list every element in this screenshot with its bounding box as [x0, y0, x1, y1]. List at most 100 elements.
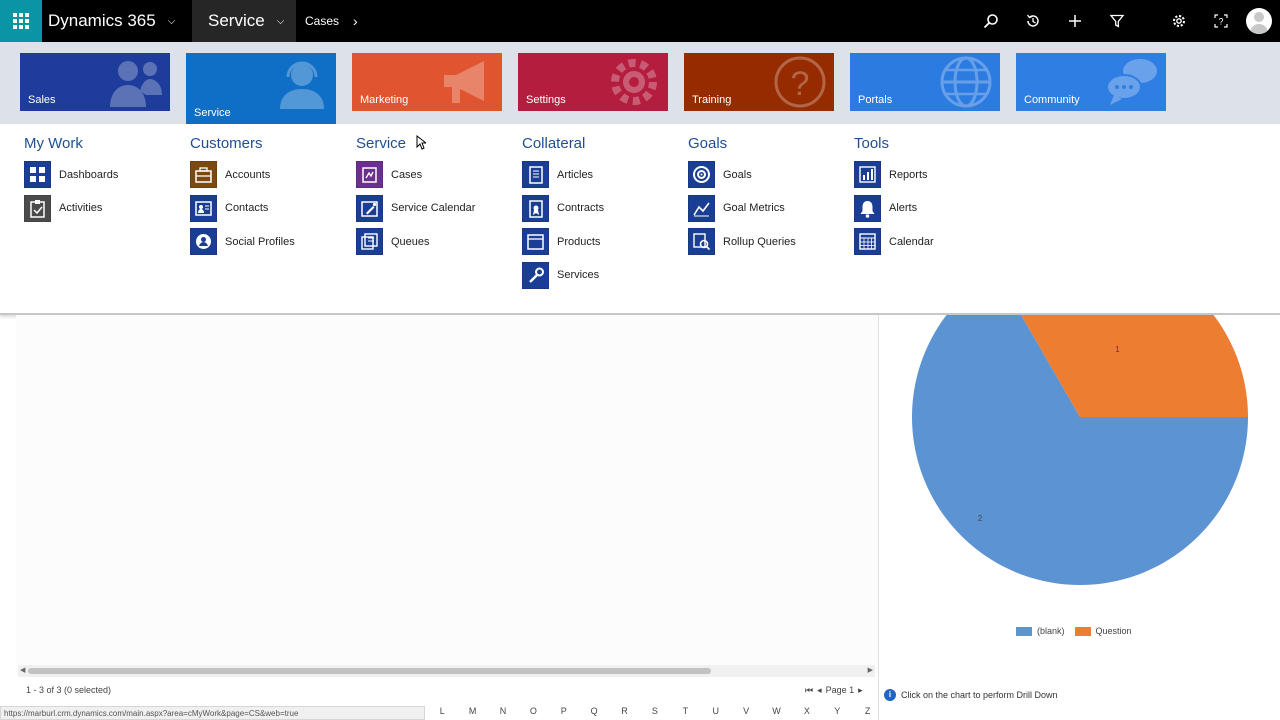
- activities-icon: [24, 194, 51, 222]
- menu-item-label: Rollup Queries: [723, 235, 796, 248]
- legend-item[interactable]: (blank): [1016, 626, 1065, 636]
- menu-item-label: Social Profiles: [225, 235, 295, 248]
- tile-portals[interactable]: Portals: [850, 53, 1000, 111]
- app-launcher-button[interactable]: [0, 0, 42, 42]
- menu-item-cases[interactable]: Cases: [356, 158, 516, 192]
- menu-item-label: Alerts: [889, 202, 918, 215]
- tile-sales[interactable]: Sales: [20, 53, 170, 111]
- help-icon[interactable]: ?: [1200, 0, 1242, 42]
- drill-down-hint: i Click on the chart to perform Drill Do…: [884, 689, 1058, 701]
- menu-column-title: Goals: [688, 135, 728, 152]
- pie-chart[interactable]: 21: [879, 315, 1280, 615]
- tile-label: Service: [194, 107, 231, 119]
- first-page-icon[interactable]: ⏮: [805, 685, 813, 696]
- menu-item-label: Goal Metrics: [723, 202, 785, 215]
- menu-item-articles[interactable]: Articles: [522, 158, 682, 192]
- services-icon: [522, 261, 549, 289]
- user-avatar[interactable]: [1246, 8, 1272, 34]
- menu-item-label: Contacts: [225, 202, 269, 215]
- letter-filter-s[interactable]: S: [640, 706, 670, 716]
- letter-filter-y[interactable]: Y: [822, 706, 852, 716]
- letter-filter-r[interactable]: R: [609, 706, 639, 716]
- articles-icon: [522, 161, 549, 189]
- menu-item-alerts[interactable]: Alerts: [854, 192, 1014, 226]
- letter-filter-v[interactable]: V: [731, 706, 761, 716]
- breadcrumb[interactable]: Cases ›: [305, 0, 358, 42]
- tile-service[interactable]: Service: [186, 53, 336, 124]
- chevron-down-icon: ⌵: [276, 15, 285, 27]
- breadcrumb-cases[interactable]: Cases: [305, 14, 339, 28]
- legend-item[interactable]: Question: [1074, 626, 1132, 636]
- menu-column-title: Tools: [854, 135, 890, 152]
- menu-column-title: My Work: [24, 135, 83, 152]
- letter-filter-n[interactable]: N: [488, 706, 518, 716]
- tile-settings[interactable]: Settings: [518, 53, 668, 111]
- records-grid: [16, 315, 878, 675]
- menu-item-label: Articles: [557, 168, 594, 181]
- alerts-icon: [854, 194, 881, 222]
- menu-item-goal-metrics[interactable]: Goal Metrics: [688, 192, 848, 226]
- menu-item-goals[interactable]: Goals: [688, 158, 848, 192]
- menu-item-reports[interactable]: Reports: [854, 158, 1014, 192]
- menu-item-contracts[interactable]: Contracts: [522, 192, 682, 226]
- recent-icon[interactable]: [1012, 0, 1054, 42]
- letter-filter-u[interactable]: U: [701, 706, 731, 716]
- pie-data-label: 2: [978, 514, 983, 523]
- sitemap-menu-panel: My Work Dashboards Activities Customers Acco…: [0, 124, 1280, 315]
- menu-item-rollup-queries[interactable]: Rollup Queries: [688, 225, 848, 259]
- brand-title: Dynamics 365: [48, 11, 156, 30]
- module-title: Service: [208, 11, 265, 30]
- menu-item-label: Goals: [723, 168, 752, 181]
- people-icon: [110, 61, 162, 107]
- brand-menu[interactable]: Dynamics 365 ⌵: [48, 0, 175, 42]
- previous-page-icon[interactable]: ◂: [817, 685, 822, 696]
- letter-filter-l[interactable]: L: [427, 706, 457, 716]
- letter-filter-x[interactable]: X: [792, 706, 822, 716]
- tile-label: Marketing: [360, 94, 409, 106]
- products-icon: [522, 228, 549, 256]
- menu-item-service-calendar[interactable]: Service Calendar: [356, 192, 516, 226]
- waffle-icon: [13, 13, 29, 29]
- menu-item-services[interactable]: Services: [522, 259, 682, 293]
- menu-column-title: Customers: [190, 135, 263, 152]
- dashboard-icon: [24, 161, 51, 189]
- queues-icon: [356, 228, 383, 256]
- menu-item-label: Products: [557, 235, 601, 248]
- letter-filter-o[interactable]: O: [518, 706, 548, 716]
- tile-training[interactable]: ? Training: [684, 53, 834, 111]
- horizontal-scrollbar[interactable]: ◀ ▶: [18, 665, 875, 677]
- menu-item-accounts[interactable]: Accounts: [190, 158, 350, 192]
- letter-filter-t[interactable]: T: [670, 706, 700, 716]
- plus-icon[interactable]: [1054, 0, 1096, 42]
- next-page-icon[interactable]: ▸: [858, 685, 863, 696]
- search-icon[interactable]: [970, 0, 1012, 42]
- letter-filter-q[interactable]: Q: [579, 706, 609, 716]
- info-icon: i: [884, 689, 896, 701]
- menu-item-dashboards[interactable]: Dashboards: [24, 158, 184, 192]
- svg-text:?: ?: [791, 65, 810, 103]
- tile-marketing[interactable]: Marketing: [352, 53, 502, 111]
- menu-column-my-work: My Work Dashboards Activities: [24, 136, 184, 225]
- menu-column-customers: Customers Accounts Contacts Social Profiles: [190, 136, 350, 259]
- menu-item-social-profiles[interactable]: Social Profiles: [190, 225, 350, 259]
- scroll-right-icon[interactable]: ▶: [868, 666, 873, 674]
- chevron-right-icon[interactable]: ›: [353, 13, 358, 29]
- menu-column-title: Collateral: [522, 135, 586, 152]
- scroll-thumb[interactable]: [28, 668, 711, 674]
- legend-swatch: [1016, 626, 1032, 636]
- menu-item-queues[interactable]: Queues: [356, 225, 516, 259]
- letter-filter-w[interactable]: W: [761, 706, 791, 716]
- menu-item-contacts[interactable]: Contacts: [190, 192, 350, 226]
- letter-filter-p[interactable]: P: [549, 706, 579, 716]
- gear-icon[interactable]: [1158, 0, 1200, 42]
- reports-icon: [854, 161, 881, 189]
- letter-filter-m[interactable]: M: [457, 706, 487, 716]
- filter-icon[interactable]: [1096, 0, 1138, 42]
- menu-item-calendar[interactable]: Calendar: [854, 225, 1014, 259]
- menu-item-products[interactable]: Products: [522, 225, 682, 259]
- module-tiles-bar: Sales Service Marketing Settings ? Train…: [0, 42, 1280, 124]
- menu-item-activities[interactable]: Activities: [24, 192, 184, 226]
- scroll-left-icon[interactable]: ◀: [20, 666, 25, 674]
- tile-community[interactable]: Community: [1016, 53, 1166, 111]
- module-menu[interactable]: Service ⌵: [192, 0, 296, 42]
